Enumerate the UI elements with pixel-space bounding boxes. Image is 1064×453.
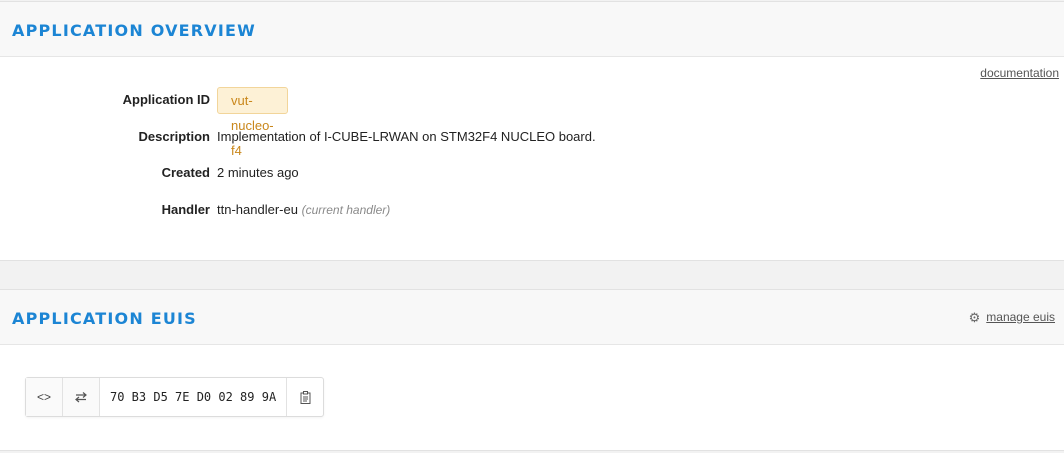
eui-item: <> 70 B3 D5 7E D0 02 89 9A (25, 377, 324, 417)
gear-icon: ⚙ (968, 309, 981, 325)
copy-button[interactable] (287, 378, 323, 416)
handler-note: (current handler) (301, 203, 391, 217)
created-label: Created (161, 165, 210, 180)
application-euis-panel: APPLICATION EUIS ⚙ manage euis <> 70 B3 … (0, 289, 1064, 451)
clipboard-icon (300, 390, 310, 404)
handler-label: Handler (161, 202, 210, 217)
description-value: Implementation of I-CUBE-LRWAN on STM32F… (217, 129, 596, 144)
euis-header: APPLICATION EUIS ⚙ manage euis (0, 290, 1064, 345)
eui-value[interactable]: 70 B3 D5 7E D0 02 89 9A (100, 378, 287, 416)
swap-arrows-icon (75, 392, 87, 403)
euis-title: APPLICATION EUIS (12, 309, 197, 328)
manage-euis-link[interactable]: manage euis (986, 310, 1055, 324)
handler-value: ttn-handler-eu (217, 202, 298, 217)
description-label: Description (138, 129, 210, 144)
overview-header: APPLICATION OVERVIEW (0, 2, 1064, 57)
manage-euis-link-wrap[interactable]: ⚙ manage euis (969, 310, 1055, 324)
app-id-label: Application ID (122, 92, 210, 107)
application-overview-panel: APPLICATION OVERVIEW documentation Appli… (0, 1, 1064, 261)
swap-order-button[interactable] (63, 378, 100, 416)
documentation-link[interactable]: documentation (980, 66, 1059, 80)
toggle-format-button[interactable]: <> (26, 378, 63, 416)
app-id-badge: vut-nucleo-f4 (217, 87, 288, 158)
created-value: 2 minutes ago (217, 165, 299, 180)
handler-value-wrap: ttn-handler-eu (current handler) (217, 200, 390, 220)
overview-title: APPLICATION OVERVIEW (12, 21, 257, 40)
code-brackets-icon: <> (36, 390, 51, 404)
